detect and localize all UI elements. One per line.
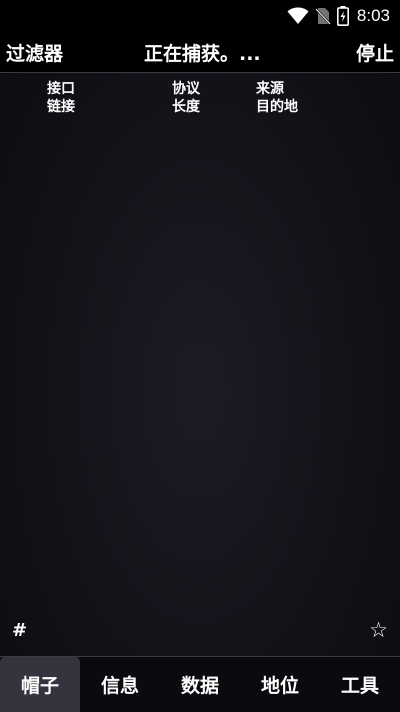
column-header-source: 来源 目的地: [256, 80, 298, 116]
column-header-interface-label: 接口: [47, 81, 75, 97]
tab-tools[interactable]: 工具: [320, 657, 400, 712]
tab-data[interactable]: 数据: [160, 657, 240, 712]
column-header-interface: 接口 链接: [47, 80, 75, 116]
tab-caps-label: 帽子: [20, 675, 59, 697]
status-bar: 8:03: [0, 0, 400, 32]
status-icons: 8:03: [287, 5, 390, 27]
column-header-protocol-label: 协议: [172, 81, 200, 97]
column-header-destination-label: 目的地: [256, 99, 298, 115]
wifi-icon: [287, 7, 309, 25]
app-screen: 8:03 过滤器 正在捕获。... 停止 接口 链接 协议 长度 来源 目的地 …: [0, 0, 400, 712]
tab-status[interactable]: 地位: [240, 657, 320, 712]
bottom-nav: 帽子 信息 数据 地位 工具: [0, 656, 400, 712]
no-sim-icon: [315, 7, 331, 25]
hash-icon[interactable]: #: [12, 620, 27, 641]
tab-info-label: 信息: [100, 675, 139, 697]
tab-info[interactable]: 信息: [80, 657, 160, 712]
star-icon[interactable]: ☆: [369, 618, 388, 642]
filter-button[interactable]: 过滤器: [6, 39, 63, 66]
battery-charging-icon: [336, 6, 349, 26]
column-header-protocol: 协议 长度: [172, 80, 200, 116]
capture-status-text: 正在捕获。...: [144, 43, 261, 65]
column-header-link-label: 链接: [47, 99, 75, 115]
stop-button[interactable]: 停止: [356, 39, 394, 66]
status-time: 8:03: [356, 6, 390, 25]
tab-caps[interactable]: 帽子: [0, 657, 80, 712]
tab-data-label: 数据: [180, 675, 219, 697]
tab-status-label: 地位: [260, 675, 299, 697]
tab-tools-label: 工具: [340, 675, 379, 697]
action-bar: 过滤器 正在捕获。... 停止: [0, 32, 400, 73]
column-header-length-label: 长度: [172, 99, 200, 115]
column-header-source-label: 来源: [256, 81, 284, 97]
